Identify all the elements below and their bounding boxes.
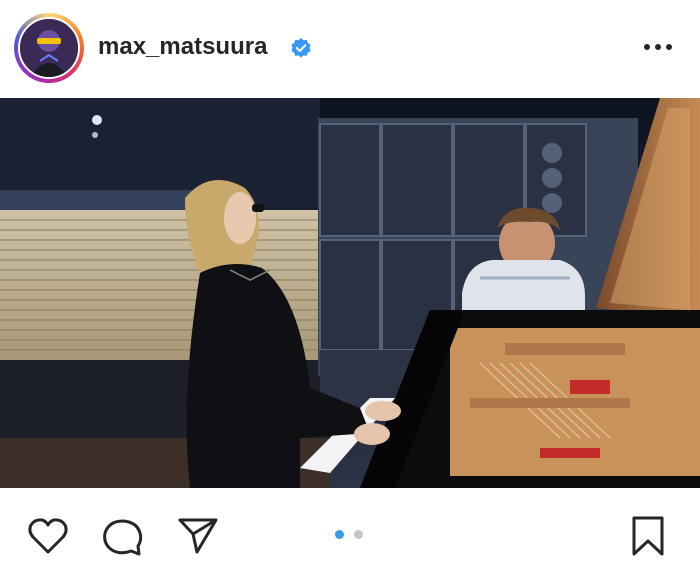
carousel-dot-inactive — [354, 530, 363, 539]
comment-icon[interactable] — [100, 514, 144, 558]
username[interactable]: max_matsuura — [98, 33, 267, 61]
post-header: max_matsuura — [0, 0, 700, 98]
avatar[interactable] — [18, 17, 80, 79]
post-photo[interactable] — [0, 98, 700, 488]
action-bar — [0, 488, 700, 563]
avatar-story-ring[interactable] — [14, 13, 84, 83]
carousel-dot-active — [335, 530, 344, 539]
bookmark-icon[interactable] — [626, 514, 670, 558]
heart-icon[interactable] — [26, 514, 70, 558]
verified-badge-icon — [291, 38, 311, 58]
photo-image — [0, 98, 700, 488]
avatar-image — [20, 19, 78, 77]
more-options-icon[interactable] — [642, 37, 674, 57]
send-icon[interactable] — [176, 514, 220, 558]
